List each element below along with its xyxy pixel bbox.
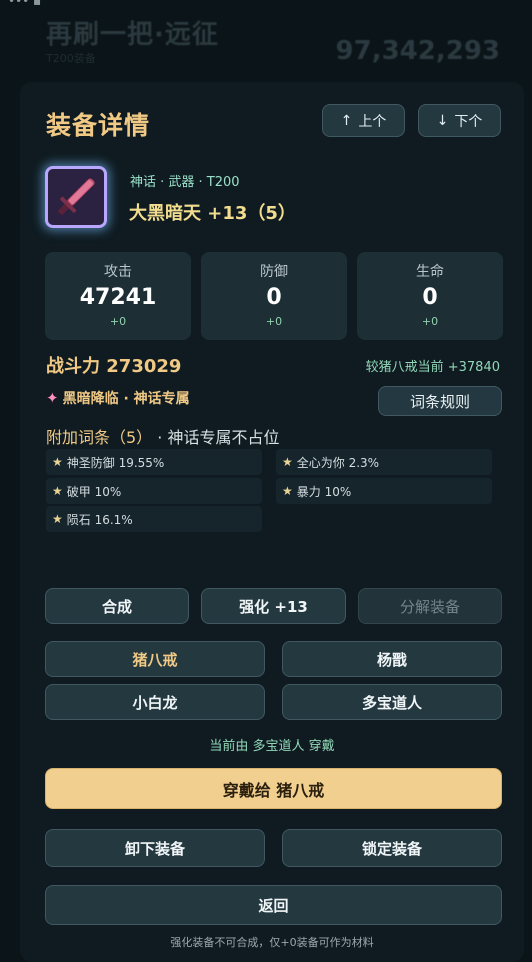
lock-button[interactable]: 锁定装备 [282, 829, 502, 867]
stat-label: 生命 [416, 264, 444, 280]
stat-value: 0 [422, 285, 438, 310]
affix-item: ★ 全心为你 2.3% [276, 449, 492, 475]
affix-item: ★ 神圣防御 19.55% [46, 449, 262, 475]
combat-power: 战斗力 273029 [46, 356, 182, 377]
affix-text: 暴力 10% [296, 484, 352, 499]
affix-rules-button[interactable]: 词条规则 [378, 386, 502, 416]
star-icon: ★ [52, 484, 63, 498]
next-button[interactable]: ↓ 下个 [418, 104, 501, 137]
stat-value: 0 [266, 285, 282, 310]
equipment-detail-modal: 装备详情 ↑ 上个 ↓ 下个 神话 · 武器 · T200 大黑暗天 +13（5… [20, 82, 524, 962]
background-subtitle: T200装备 [46, 52, 96, 65]
current-owner-text: 当前由 多宝道人 穿戴 [209, 739, 335, 754]
decompose-button[interactable]: 分解装备 [358, 588, 502, 624]
set-tag: ✦ 黑暗降临 · 神话专属 [46, 388, 190, 408]
hero-button-xiaobailong[interactable]: 小白龙 [45, 684, 265, 720]
next-button-label: 下个 [454, 113, 483, 130]
affix-text: 全心为你 2.3% [296, 455, 380, 470]
background-title: 再刷一把·远征 [46, 20, 219, 50]
hero-button-yangjian[interactable]: 杨戬 [282, 641, 502, 677]
affix-item: ★ 破甲 10% [46, 478, 262, 504]
arrow-up-icon: ↑ [340, 112, 353, 129]
affix-section-title: 附加词条（5） · 神话专属不占位 [46, 424, 279, 448]
star-icon: ★ [282, 484, 293, 498]
affix-item: ★ 陨石 16.1% [46, 506, 262, 532]
prev-button[interactable]: ↑ 上个 [322, 104, 405, 137]
affix-title-sub: · 神话专属不占位 [152, 428, 280, 447]
item-name: 大黑暗天 +13（5） [129, 203, 296, 224]
background-number: 97,342,293 [335, 36, 500, 66]
stat-delta: +0 [265, 315, 283, 328]
star-icon: ★ [282, 455, 293, 469]
power-comparison: 较猪八戒当前 +37840 [365, 360, 500, 375]
stat-label: 防御 [260, 264, 288, 280]
compose-button[interactable]: 合成 [45, 588, 189, 624]
affix-title-label: 附加词条（5） [46, 428, 153, 447]
stat-delta: +0 [109, 315, 127, 328]
hero-button-duobao[interactable]: 多宝道人 [282, 684, 502, 720]
status-bar: ••• ▪ [8, 0, 42, 8]
stat-label: 攻击 [104, 264, 132, 280]
arrow-down-icon: ↓ [436, 112, 449, 129]
affix-text: 陨石 16.1% [66, 512, 133, 527]
stat-value: 47241 [79, 285, 157, 310]
sword-icon[interactable] [45, 166, 107, 228]
stat-card-attack: 攻击 47241 +0 [45, 252, 191, 340]
affix-text: 神圣防御 19.55% [66, 455, 165, 470]
equip-button[interactable]: 穿戴给 猪八戒 [45, 768, 502, 809]
enhance-button[interactable]: 强化 +13 [201, 588, 346, 624]
stat-delta: +0 [421, 315, 439, 328]
item-meta: 神话 · 武器 · T200 [130, 175, 240, 190]
star-icon: ★ [52, 512, 63, 526]
hero-button-zhubajie[interactable]: 猪八戒 [45, 641, 265, 677]
back-button[interactable]: 返回 [45, 885, 502, 925]
footnote: 强化装备不可合成，仅+0装备可作为材料 [170, 936, 374, 949]
stat-card-hp: 生命 0 +0 [357, 252, 503, 340]
affix-text: 破甲 10% [66, 484, 122, 499]
stat-card-defense: 防御 0 +0 [201, 252, 347, 340]
set-tag-label: 黑暗降临 · 神话专属 [62, 391, 190, 407]
diamond-icon: ✦ [46, 389, 59, 407]
unequip-button[interactable]: 卸下装备 [45, 829, 265, 867]
affix-item: ★ 暴力 10% [276, 478, 492, 504]
prev-button-label: 上个 [358, 113, 387, 130]
modal-title: 装备详情 [46, 111, 151, 140]
star-icon: ★ [52, 455, 63, 469]
